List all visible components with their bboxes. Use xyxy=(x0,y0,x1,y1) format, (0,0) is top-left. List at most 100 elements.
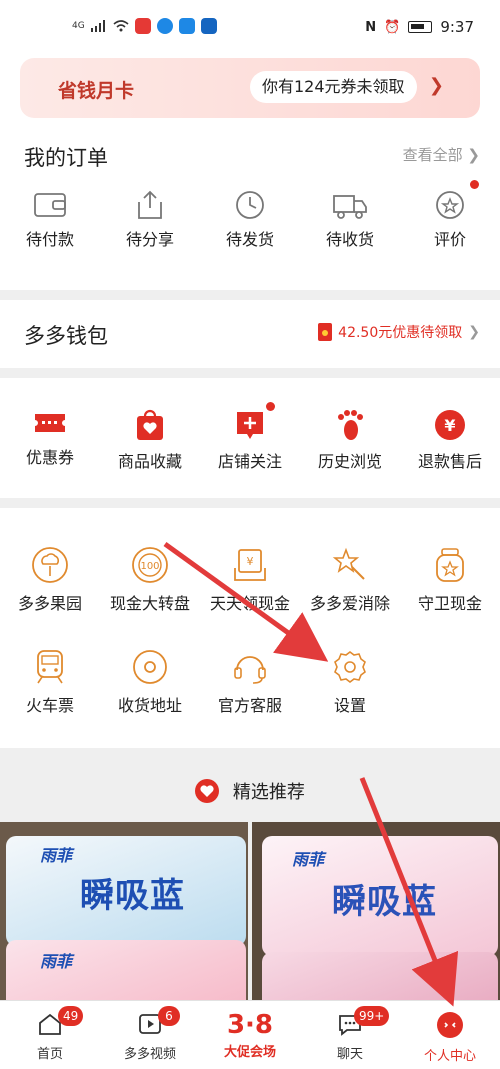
bulb-app-icon xyxy=(200,18,217,34)
store-plus-icon xyxy=(237,412,263,439)
quick-favorites[interactable]: 商品收藏 xyxy=(100,408,200,472)
status-right: N ⏰ 9:37 xyxy=(365,18,474,36)
product-brand-lower: 雨菲 xyxy=(40,952,73,971)
wallet-promo-text: 42.50元优惠待领取 xyxy=(338,325,463,341)
battery-icon xyxy=(408,21,433,33)
tool-cash-wheel[interactable]: 100 现金大转盘 xyxy=(100,546,200,614)
product-grid: 雨菲 瞬吸蓝 雨菲 雨菲 瞬吸蓝 xyxy=(0,822,500,1007)
nfc-icon: N xyxy=(365,19,377,35)
clock-icon xyxy=(236,191,264,219)
order-pending-receipt[interactable]: 待收货 xyxy=(300,190,400,250)
product-name: 瞬吸蓝 xyxy=(332,882,437,922)
footprint-icon xyxy=(338,410,363,440)
tab-promo-venue[interactable]: 3·8 大促会场 xyxy=(200,1001,300,1069)
alarm-icon: ⏰ xyxy=(384,19,401,35)
tools-row-2: 火车票 收货地址 官方客服 设置 xyxy=(0,648,500,716)
quick-history[interactable]: 历史浏览 xyxy=(300,408,400,472)
order-pending-shipment[interactable]: 待发货 xyxy=(200,190,300,250)
product-name: 瞬吸蓝 xyxy=(80,876,185,916)
tool-label: 多多果园 xyxy=(17,594,82,613)
product-card[interactable]: 雨菲 瞬吸蓝 雨菲 xyxy=(0,822,248,1007)
red-packet-icon xyxy=(318,323,333,341)
view-all-label: 查看全部 xyxy=(402,146,463,164)
tab-label: 首页 xyxy=(36,1047,63,1062)
tab-label: 聊天 xyxy=(336,1047,363,1062)
jar-icon xyxy=(436,548,464,582)
gear-icon xyxy=(334,651,366,683)
bottom-tab-bar: 首页 49 多多视频 6 3·8 大促会场 聊天 99+ 个人中心 xyxy=(0,1000,500,1069)
location-icon xyxy=(133,650,167,684)
tool-daily-cash[interactable]: ¥ 天天领现金 xyxy=(200,546,300,614)
headset-icon xyxy=(234,656,266,684)
app-icon-blue xyxy=(156,18,173,34)
tool-label: 多多爱消除 xyxy=(309,594,390,613)
order-label: 待分享 xyxy=(125,230,174,249)
orders-title: 我的订单 xyxy=(24,146,108,170)
tool-label: 现金大转盘 xyxy=(109,594,190,613)
tab-label: 个人中心 xyxy=(423,1049,476,1064)
quick-label: 优惠券 xyxy=(25,448,74,467)
recommend-title-row: 精选推荐 xyxy=(0,778,500,804)
order-pending-share[interactable]: 待分享 xyxy=(100,190,200,250)
banner-title: 省钱月卡 xyxy=(58,80,135,102)
wheel-icon: 100 xyxy=(132,547,168,583)
tool-label: 守卫现金 xyxy=(417,594,482,613)
quick-followed-stores[interactable]: 店铺关注 xyxy=(200,402,300,472)
wallet-title: 多多钱包 xyxy=(24,324,108,348)
svg-text:¥: ¥ xyxy=(247,555,254,568)
quick-label: 退款售后 xyxy=(417,452,482,471)
promo-38-logo: 3·8 xyxy=(226,1010,274,1040)
order-pending-payment[interactable]: 待付款 xyxy=(0,190,100,250)
chevron-right-icon: ❯ xyxy=(428,75,444,96)
review-icon xyxy=(436,191,464,219)
tool-empty-slot xyxy=(400,648,500,716)
recommend-header: 精选推荐 xyxy=(0,758,500,822)
status-left: 4G xyxy=(72,18,217,34)
train-icon xyxy=(37,650,63,684)
order-label: 待发货 xyxy=(225,230,274,249)
wallet-section[interactable]: 多多钱包 42.50元优惠待领取 ❯ xyxy=(0,300,500,368)
tool-guard-cash[interactable]: 守卫现金 xyxy=(400,546,500,614)
tool-address[interactable]: 收货地址 xyxy=(100,648,200,716)
quick-coupon[interactable]: 优惠券 xyxy=(0,408,100,472)
tool-train-tickets[interactable]: 火车票 xyxy=(0,648,100,716)
order-label: 待收货 xyxy=(325,230,374,249)
tool-customer-service[interactable]: 官方客服 xyxy=(200,648,300,716)
tab-home[interactable]: 首页 49 xyxy=(0,1001,100,1069)
quick-label: 历史浏览 xyxy=(317,452,382,471)
tools-row-1: 多多果园 100 现金大转盘 ¥ 天天领现金 多多爱消除 守卫现金 xyxy=(0,546,500,614)
product-brand: 雨菲 xyxy=(40,846,73,865)
tab-profile[interactable]: 个人中心 xyxy=(400,1001,500,1069)
notification-dot xyxy=(266,402,275,411)
view-all-link[interactable]: 查看全部 ❯ xyxy=(403,144,480,165)
status-bar: 4G N ⏰ 9:37 xyxy=(0,0,500,52)
notification-dot xyxy=(470,180,479,189)
tab-videos[interactable]: 多多视频 6 xyxy=(100,1001,200,1069)
tab-badge: 6 xyxy=(158,1006,180,1026)
svg-text:100: 100 xyxy=(140,561,159,572)
search-app-icon xyxy=(178,18,195,34)
quick-actions-row: 优惠券 商品收藏 店铺关注 历史浏览 ¥ 退款售后 xyxy=(0,402,500,472)
signal-icon xyxy=(90,20,105,32)
truck-icon xyxy=(333,195,367,219)
wallet-promo-link[interactable]: 42.50元优惠待领取 ❯ xyxy=(318,322,480,342)
tab-chat[interactable]: 聊天 99+ xyxy=(300,1001,400,1069)
quick-label: 商品收藏 xyxy=(117,452,182,471)
order-review[interactable]: 评价 xyxy=(400,180,500,250)
share-icon xyxy=(138,190,162,219)
quick-refunds[interactable]: ¥ 退款售后 xyxy=(400,408,500,472)
tool-settings[interactable]: 设置 xyxy=(300,648,400,716)
tool-orchard[interactable]: 多多果园 xyxy=(0,546,100,614)
coupon-pill[interactable]: 你有124元券未领取 xyxy=(250,71,417,103)
status-time: 9:37 xyxy=(440,18,474,36)
savings-card-banner[interactable]: 省钱月卡 你有124元券未领取 ❯ xyxy=(20,58,480,118)
product-image-lower xyxy=(262,952,498,1007)
bag-heart-icon xyxy=(137,409,163,440)
svg-text:¥: ¥ xyxy=(444,416,455,435)
product-card[interactable]: 雨菲 瞬吸蓝 xyxy=(252,822,500,1007)
tools-section: 多多果园 100 现金大转盘 ¥ 天天领现金 多多爱消除 守卫现金 火车票 收货… xyxy=(0,508,500,748)
quick-label: 店铺关注 xyxy=(217,452,282,471)
tool-match-game[interactable]: 多多爱消除 xyxy=(300,546,400,614)
tool-label: 设置 xyxy=(333,696,366,715)
star-wand-icon xyxy=(332,547,365,580)
